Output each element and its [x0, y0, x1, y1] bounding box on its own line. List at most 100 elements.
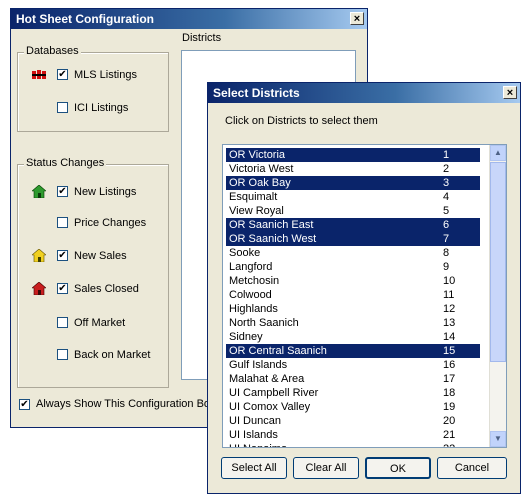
district-row[interactable]: Sooke 8 — [226, 246, 480, 260]
district-row[interactable]: Highlands 12 — [226, 302, 480, 316]
mls-listings-checkbox[interactable]: ✔ — [57, 69, 68, 80]
district-row[interactable]: Colwood 11 — [226, 288, 480, 302]
district-name: UI Campbell River — [229, 387, 319, 399]
district-name: Sooke — [229, 247, 261, 259]
clear-all-button[interactable]: Clear All — [293, 457, 359, 479]
district-name: OR Oak Bay — [229, 177, 291, 189]
sales-closed-label: Sales Closed — [74, 283, 139, 295]
district-number: 6 — [443, 219, 450, 231]
dialog-title-bar[interactable]: Select Districts × — [208, 83, 520, 103]
district-row[interactable]: UI Comox Valley 19 — [226, 400, 480, 414]
always-show-checkbox[interactable]: ✔ — [19, 399, 30, 410]
dialog-instruction: Click on Districts to select them — [225, 115, 378, 127]
district-number: 18 — [443, 387, 456, 399]
district-row[interactable]: View Royal 5 — [226, 204, 480, 218]
district-list[interactable]: OR Victoria 1 Victoria West 2 OR Oak Bay 3 Esq… — [222, 144, 507, 448]
sales-closed-checkbox[interactable]: ✔ — [57, 283, 68, 294]
ici-listings-label: ICI Listings — [74, 102, 129, 114]
scroll-down-button[interactable]: ▼ — [490, 431, 506, 447]
district-number: 19 — [443, 401, 456, 413]
district-name: Colwood — [229, 289, 272, 301]
district-row[interactable]: OR Saanich West 7 — [226, 232, 480, 246]
cancel-button[interactable]: Cancel — [437, 457, 507, 479]
district-row[interactable]: UI Campbell River 18 — [226, 386, 480, 400]
district-number: 2 — [443, 163, 450, 175]
district-number: 17 — [443, 373, 456, 385]
price-changes-checkbox[interactable] — [57, 217, 68, 228]
databases-label: Databases — [24, 45, 81, 57]
district-row[interactable]: UI Nanaimo 22 — [226, 442, 480, 447]
new-listings-label: New Listings — [74, 186, 137, 198]
district-name: OR Saanich West — [229, 233, 317, 245]
district-number: 22 — [443, 442, 455, 447]
databases-group: Databases — [17, 45, 169, 132]
back-on-market-checkbox[interactable] — [57, 349, 68, 360]
district-number: 4 — [443, 191, 450, 203]
district-name: Gulf Islands — [229, 359, 288, 371]
district-number: 21 — [443, 429, 456, 441]
district-number: 8 — [443, 247, 450, 259]
new-sales-label: New Sales — [74, 250, 127, 262]
district-name: OR Victoria — [229, 149, 286, 161]
off-market-label: Off Market — [74, 317, 126, 329]
district-row[interactable]: OR Central Saanich 15 — [226, 344, 480, 358]
district-name: UI Islands — [229, 429, 278, 441]
district-name: North Saanich — [229, 317, 299, 329]
district-number: 12 — [443, 303, 456, 315]
new-listings-checkbox[interactable]: ✔ — [57, 186, 68, 197]
always-show-label: Always Show This Configuration Box — [36, 398, 216, 410]
district-name: Langford — [229, 261, 273, 273]
district-row[interactable]: Metchosin 10 — [226, 274, 480, 288]
config-close-button[interactable]: × — [350, 12, 364, 25]
district-name: Sidney — [229, 331, 263, 343]
districts-label: Districts — [182, 32, 222, 44]
district-number: 1 — [443, 149, 450, 161]
off-market-checkbox[interactable] — [57, 317, 68, 328]
district-name: View Royal — [229, 205, 284, 217]
district-name: Malahat & Area — [229, 373, 305, 385]
district-row[interactable]: Malahat & Area 17 — [226, 372, 480, 386]
district-number: 15 — [443, 345, 456, 357]
district-number: 11 — [443, 289, 455, 301]
district-number: 3 — [443, 177, 450, 189]
district-name: Esquimalt — [229, 191, 278, 203]
dialog-close-button[interactable]: × — [503, 86, 517, 99]
select-districts-dialog: Select Districts × Click on Districts to… — [207, 82, 521, 494]
district-name: UI Duncan — [229, 415, 281, 427]
back-on-market-label: Back on Market — [74, 349, 151, 361]
district-row[interactable]: Langford 9 — [226, 260, 480, 274]
new-sales-checkbox[interactable]: ✔ — [57, 250, 68, 261]
district-row[interactable]: OR Saanich East 6 — [226, 218, 480, 232]
status-changes-label: Status Changes — [24, 157, 107, 169]
district-name: UI Nanaimo — [229, 442, 287, 447]
scroll-thumb[interactable] — [490, 162, 506, 362]
district-name: Victoria West — [229, 163, 294, 175]
ok-button[interactable]: OK — [365, 457, 431, 479]
mls-listings-label: MLS Listings — [74, 69, 137, 81]
district-row[interactable]: UI Islands 21 — [226, 428, 480, 442]
district-row[interactable]: OR Victoria 1 — [226, 148, 480, 162]
district-name: Highlands — [229, 303, 278, 315]
select-all-button[interactable]: Select All — [221, 457, 287, 479]
yellow-house-icon — [32, 249, 46, 262]
district-row[interactable]: Victoria West 2 — [226, 162, 480, 176]
district-row[interactable]: UI Duncan 20 — [226, 414, 480, 428]
district-row[interactable]: Esquimalt 4 — [226, 190, 480, 204]
district-row[interactable]: OR Oak Bay 3 — [226, 176, 480, 190]
config-title-bar[interactable]: Hot Sheet Configuration × — [11, 9, 367, 29]
district-row[interactable]: Gulf Islands 16 — [226, 358, 480, 372]
config-title: Hot Sheet Configuration — [16, 12, 154, 26]
district-row[interactable]: North Saanich 13 — [226, 316, 480, 330]
district-number: 16 — [443, 359, 456, 371]
dialog-title: Select Districts — [213, 86, 300, 100]
mls-icon — [32, 70, 46, 79]
ici-listings-checkbox[interactable] — [57, 102, 68, 113]
district-number: 14 — [443, 331, 456, 343]
district-number: 13 — [443, 317, 456, 329]
district-scrollbar[interactable]: ▲ ▼ — [489, 145, 506, 447]
district-row[interactable]: Sidney 14 — [226, 330, 480, 344]
district-number: 10 — [443, 275, 456, 287]
scroll-up-button[interactable]: ▲ — [490, 145, 506, 161]
price-changes-label: Price Changes — [74, 217, 147, 229]
district-name: Metchosin — [229, 275, 280, 287]
